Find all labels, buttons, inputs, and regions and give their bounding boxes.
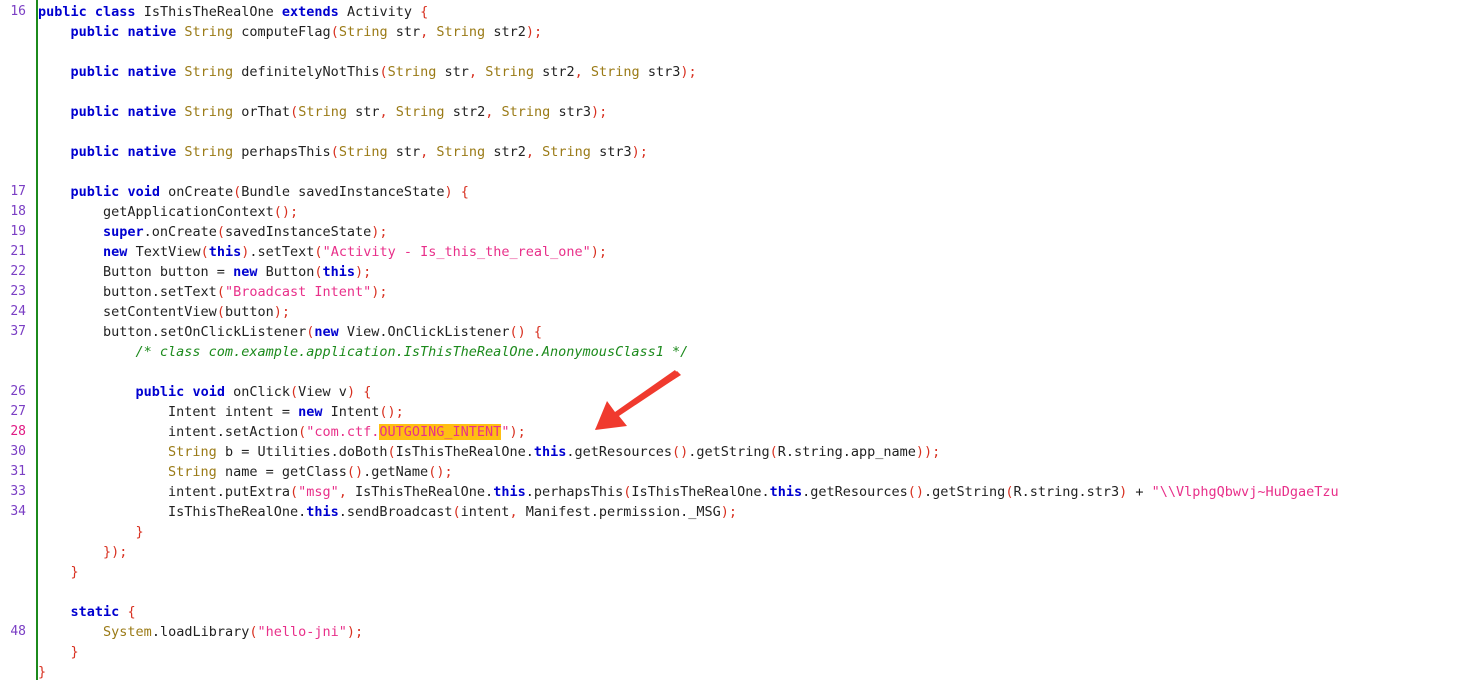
code-content[interactable]: public class IsThisTheRealOne extends Ac… xyxy=(38,0,1469,680)
code-line-34: IsThisTheRealOne.this.sendBroadcast(inte… xyxy=(38,504,738,520)
code-line-close-class: } xyxy=(38,664,47,680)
line-number-34: 34 xyxy=(10,504,26,519)
code-line-28: intent.setAction("com.ctf.OUTGOING_INTEN… xyxy=(38,424,526,440)
code-line-close-oncreate: } xyxy=(70,564,79,580)
line-number-19: 19 xyxy=(10,224,26,239)
code-line-orthat: public native String orThat(String str, … xyxy=(70,104,608,120)
code-line-33: intent.putExtra("msg", IsThisTheRealOne.… xyxy=(38,484,1339,500)
code-editor[interactable]: 16 17 18 19 21 22 23 24 37 26 27 28 30 31 33 34 48 publi… xyxy=(0,0,1469,680)
code-line-17: public void onCreate(Bundle savedInstanc… xyxy=(70,184,469,200)
code-line-30: String b = Utilities.doBoth(IsThisTheRea… xyxy=(168,444,941,460)
line-number-24: 24 xyxy=(10,304,26,319)
code-line-31: String name = getClass().getName(); xyxy=(168,464,453,480)
line-number-17: 17 xyxy=(10,184,26,199)
code-line-22: Button button = new Button(this); xyxy=(38,264,372,280)
code-line-close-static: } xyxy=(70,644,79,660)
code-line-26: public void onClick(View v) { xyxy=(135,384,372,400)
code-line-close-listener: }); xyxy=(103,544,128,560)
code-line-computeflag: public native String computeFlag(String … xyxy=(70,24,543,40)
line-number-21: 21 xyxy=(10,244,26,259)
line-number-30: 30 xyxy=(10,444,26,459)
line-number-33: 33 xyxy=(10,484,26,499)
line-number-28: 28 xyxy=(10,424,26,439)
code-line-close-onclick: } xyxy=(135,524,144,540)
code-line-16: public class IsThisTheRealOne extends Ac… xyxy=(38,4,429,20)
line-number-22: 22 xyxy=(10,264,26,279)
code-line-perhapsthis: public native String perhapsThis(String … xyxy=(70,144,648,160)
code-line-21: new TextView(this).setText("Activity - I… xyxy=(103,244,608,260)
line-number-23: 23 xyxy=(10,284,26,299)
line-number-31: 31 xyxy=(10,464,26,479)
line-number-48: 48 xyxy=(10,624,26,639)
code-line-19: super.onCreate(savedInstanceState); xyxy=(103,224,388,240)
code-line-anonymous-class-comment: /* class com.example.application.IsThisT… xyxy=(38,344,689,360)
line-number-18: 18 xyxy=(10,204,26,219)
line-number-37: 37 xyxy=(10,324,26,339)
code-line-24: setContentView(button); xyxy=(38,304,290,320)
line-number-26: 26 xyxy=(10,384,26,399)
code-line-23: button.setText("Broadcast Intent"); xyxy=(38,284,388,300)
line-number-gutter: 16 17 18 19 21 22 23 24 37 26 27 28 30 31 33 34 48 xyxy=(0,0,30,680)
code-line-37: button.setOnClickListener(new View.OnCli… xyxy=(38,324,542,340)
line-number-16: 16 xyxy=(10,4,26,19)
code-line-static-block: static { xyxy=(70,604,136,620)
highlighted-token: OUTGOING_INTENT xyxy=(379,424,502,440)
code-line-48: System.loadLibrary("hello-jni"); xyxy=(103,624,364,640)
code-line-27: Intent intent = new Intent(); xyxy=(38,404,404,420)
code-line-18: getApplicationContext(); xyxy=(38,204,299,220)
code-line-definitelynotthis: public native String definitelyNotThis(S… xyxy=(70,64,697,80)
line-number-27: 27 xyxy=(10,404,26,419)
